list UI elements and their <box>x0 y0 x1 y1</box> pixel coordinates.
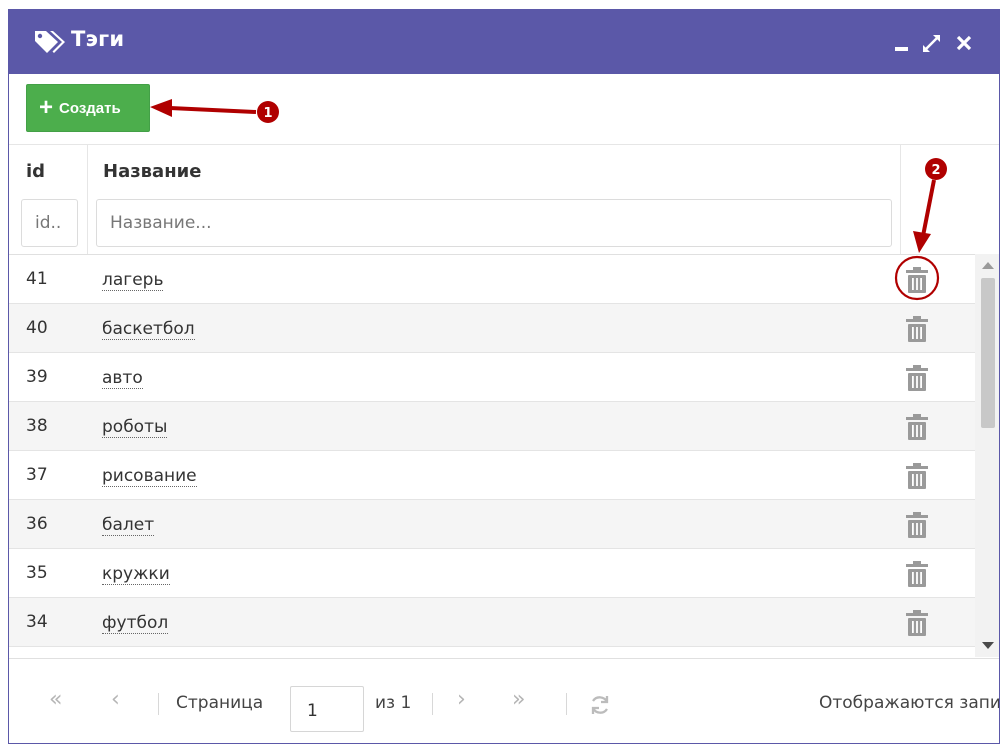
table-row[interactable]: 37 рисование <box>9 451 975 500</box>
row-id: 35 <box>26 563 48 583</box>
row-name-link[interactable]: футбол <box>102 613 169 634</box>
row-name-link[interactable]: баскетбол <box>102 319 195 340</box>
first-page-icon[interactable]: « <box>49 687 62 712</box>
row-id: 39 <box>26 367 48 387</box>
row-name-link[interactable]: роботы <box>102 417 168 438</box>
table-row[interactable]: 36 балет <box>9 500 975 549</box>
row-id: 40 <box>26 318 48 338</box>
close-icon[interactable] <box>953 32 975 54</box>
row-name-link[interactable]: лагерь <box>102 270 164 291</box>
page-total-label: из 1 <box>375 693 412 713</box>
row-id: 41 <box>26 269 48 289</box>
row-name-link[interactable]: кружки <box>102 564 170 585</box>
scroll-up-icon[interactable] <box>982 262 994 269</box>
vertical-scrollbar[interactable] <box>975 254 999 657</box>
table-row[interactable]: 35 кружки <box>9 549 975 598</box>
window-titlebar: Тэги <box>9 10 999 74</box>
column-header-id[interactable]: id <box>26 161 45 182</box>
name-filter-input[interactable] <box>96 199 892 247</box>
trash-icon[interactable] <box>905 511 929 539</box>
row-id: 34 <box>26 612 48 632</box>
refresh-icon[interactable] <box>588 693 612 717</box>
pager-divider <box>158 693 159 715</box>
trash-icon[interactable] <box>905 266 929 294</box>
pager-divider <box>566 693 567 715</box>
trash-icon[interactable] <box>905 364 929 392</box>
create-button-label: Создать <box>59 99 121 117</box>
maximize-icon[interactable] <box>921 32 943 54</box>
last-page-icon[interactable]: » <box>512 687 525 712</box>
table-row[interactable]: 40 баскетбол <box>9 304 975 353</box>
table-row[interactable]: 39 авто <box>9 353 975 402</box>
trash-icon[interactable] <box>905 462 929 490</box>
minimize-icon[interactable] <box>893 32 915 54</box>
trash-icon[interactable] <box>905 609 929 637</box>
page-number-input[interactable] <box>290 686 364 732</box>
pager-divider <box>432 693 433 715</box>
pagination-bar: « ‹ Страница из 1 › » Отображаются запи <box>9 658 1000 743</box>
tags-icon <box>35 31 65 53</box>
table-row[interactable]: 38 роботы <box>9 402 975 451</box>
plus-icon: + <box>39 94 54 121</box>
trash-icon[interactable] <box>905 560 929 588</box>
records-info: Отображаются запи <box>819 693 1000 713</box>
page-label: Страница <box>176 693 264 713</box>
column-divider <box>900 145 901 255</box>
row-name-link[interactable]: авто <box>102 368 143 389</box>
id-filter-input[interactable] <box>21 199 78 247</box>
previous-page-icon[interactable]: ‹ <box>111 687 120 712</box>
table-row[interactable]: 34 футбол <box>9 598 975 647</box>
grid-body: 41 лагерь 40 баскетбол 39 авто 38 роботы 37 рисов… <box>9 254 975 657</box>
window-title: Тэги <box>71 27 125 51</box>
next-page-icon[interactable]: › <box>457 687 466 712</box>
tags-window: Тэги + Создать id Название 41 лагерь 40 бас… <box>8 9 1000 744</box>
trash-icon[interactable] <box>905 413 929 441</box>
column-header-name[interactable]: Название <box>103 161 201 182</box>
scroll-down-icon[interactable] <box>982 642 994 649</box>
scroll-thumb[interactable] <box>981 278 995 428</box>
row-name-link[interactable]: балет <box>102 515 155 536</box>
row-id: 36 <box>26 514 48 534</box>
row-id: 37 <box>26 465 48 485</box>
toolbar: + Создать <box>9 74 999 144</box>
column-divider <box>87 145 88 255</box>
row-name-link[interactable]: рисование <box>102 466 197 487</box>
row-id: 38 <box>26 416 48 436</box>
grid-header: id Название <box>9 144 999 255</box>
create-button[interactable]: + Создать <box>26 84 150 132</box>
table-row[interactable]: 41 лагерь <box>9 255 975 304</box>
trash-icon[interactable] <box>905 315 929 343</box>
